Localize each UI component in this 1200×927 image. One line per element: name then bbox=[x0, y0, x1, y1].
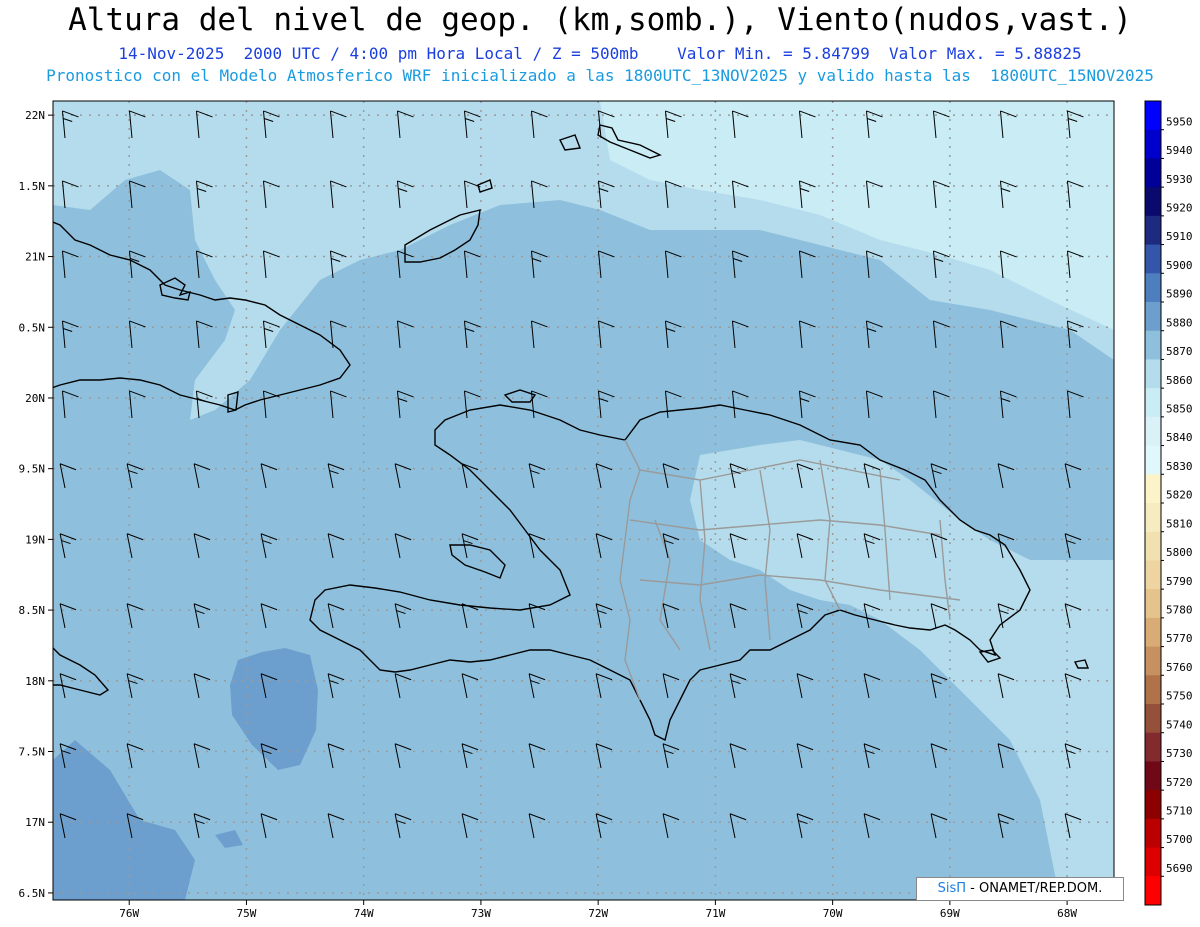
legend-swatch bbox=[1145, 560, 1161, 590]
lat-label: 8.5N bbox=[19, 604, 46, 617]
credit-text: - ONAMET/REP.DOM. bbox=[970, 881, 1103, 896]
lon-label: 72W bbox=[588, 907, 608, 920]
legend-swatch bbox=[1145, 129, 1161, 159]
legend-label: 5900 bbox=[1166, 259, 1193, 272]
legend-label: 5760 bbox=[1166, 661, 1193, 674]
lat-label: 0.5N bbox=[19, 321, 46, 334]
legend-label: 5830 bbox=[1166, 460, 1193, 473]
lat-label: 6.5N bbox=[19, 887, 46, 900]
lat-label: 21N bbox=[25, 251, 45, 264]
legend-label: 5780 bbox=[1166, 604, 1193, 617]
legend-swatch bbox=[1145, 589, 1161, 619]
legend-swatch bbox=[1145, 273, 1161, 303]
sispi-logo: SisΠ bbox=[937, 881, 967, 896]
legend-swatch bbox=[1145, 818, 1161, 849]
legend-label: 5720 bbox=[1166, 776, 1193, 789]
legend-label: 5950 bbox=[1166, 115, 1193, 128]
legend-label: 5690 bbox=[1166, 862, 1193, 875]
legend-swatch bbox=[1145, 244, 1161, 274]
legend-swatch bbox=[1145, 388, 1161, 418]
legend-label: 5820 bbox=[1166, 489, 1193, 502]
legend-label: 5930 bbox=[1166, 173, 1193, 186]
legend-label: 5870 bbox=[1166, 345, 1193, 358]
legend-swatch bbox=[1145, 675, 1161, 705]
legend-swatch bbox=[1145, 158, 1161, 188]
legend-label: 5940 bbox=[1166, 144, 1193, 157]
lon-label: 70W bbox=[823, 907, 843, 920]
legend-label: 5920 bbox=[1166, 202, 1193, 215]
lat-label: 19N bbox=[25, 533, 45, 546]
legend-swatch bbox=[1145, 101, 1161, 131]
legend-swatch bbox=[1145, 187, 1161, 217]
legend-swatch bbox=[1145, 704, 1161, 734]
legend-swatch bbox=[1145, 847, 1161, 877]
lat-label: 20N bbox=[25, 392, 45, 405]
legend-label: 5710 bbox=[1166, 805, 1193, 818]
lon-label: 68W bbox=[1057, 907, 1077, 920]
lat-label: 18N bbox=[25, 675, 45, 688]
legend-swatch bbox=[1145, 790, 1161, 820]
legend-label: 5840 bbox=[1166, 431, 1193, 444]
legend-label: 5740 bbox=[1166, 718, 1193, 731]
legend-label: 5730 bbox=[1166, 747, 1193, 760]
legend-swatch bbox=[1145, 474, 1161, 504]
lat-label: 9.5N bbox=[19, 463, 46, 476]
lon-label: 69W bbox=[940, 907, 960, 920]
legend-label: 5860 bbox=[1166, 374, 1193, 387]
lat-label: 22N bbox=[25, 109, 45, 122]
legend-swatch bbox=[1145, 445, 1161, 475]
color-legend: 5950 5940 5930 5920 5910 5900 5890 5880 5870 5860… bbox=[1144, 100, 1193, 906]
weather-map: 22N 1.5N 21N 0.5N 20N 9.5N 19N 8.5N 18N 7.5N 17N 6.… bbox=[19, 100, 1193, 920]
legend-swatch bbox=[1145, 876, 1161, 906]
legend-swatch bbox=[1145, 215, 1161, 246]
legend-swatch bbox=[1145, 302, 1161, 332]
credit-box: SisΠ - ONAMET/REP.DOM. bbox=[916, 877, 1124, 901]
legend-swatch bbox=[1145, 646, 1161, 676]
legend-label: 5790 bbox=[1166, 575, 1193, 588]
lon-label: 71W bbox=[705, 907, 725, 920]
legend-swatch bbox=[1145, 359, 1161, 389]
legend-swatch bbox=[1145, 761, 1161, 791]
lat-label: 17N bbox=[25, 816, 45, 829]
legend-label: 5880 bbox=[1166, 316, 1193, 329]
legend-label: 5910 bbox=[1166, 230, 1193, 243]
legend-swatch bbox=[1145, 617, 1161, 648]
legend-label: 5850 bbox=[1166, 403, 1193, 416]
lon-label: 73W bbox=[471, 907, 491, 920]
legend-swatch bbox=[1145, 732, 1161, 762]
legend-label: 5810 bbox=[1166, 517, 1193, 530]
legend-label: 5750 bbox=[1166, 690, 1193, 703]
legend-label: 5800 bbox=[1166, 546, 1193, 559]
lat-label: 1.5N bbox=[19, 180, 46, 193]
legend-label: 5890 bbox=[1166, 288, 1193, 301]
lat-label: 7.5N bbox=[19, 746, 46, 759]
lon-label: 74W bbox=[354, 907, 374, 920]
legend-swatch bbox=[1145, 330, 1161, 360]
legend-swatch bbox=[1145, 531, 1161, 561]
lon-label: 75W bbox=[237, 907, 257, 920]
legend-swatch bbox=[1145, 416, 1161, 447]
legend-label: 5700 bbox=[1166, 833, 1193, 846]
legend-swatch bbox=[1145, 503, 1161, 533]
legend-label: 5770 bbox=[1166, 632, 1193, 645]
lon-label: 76W bbox=[119, 907, 139, 920]
